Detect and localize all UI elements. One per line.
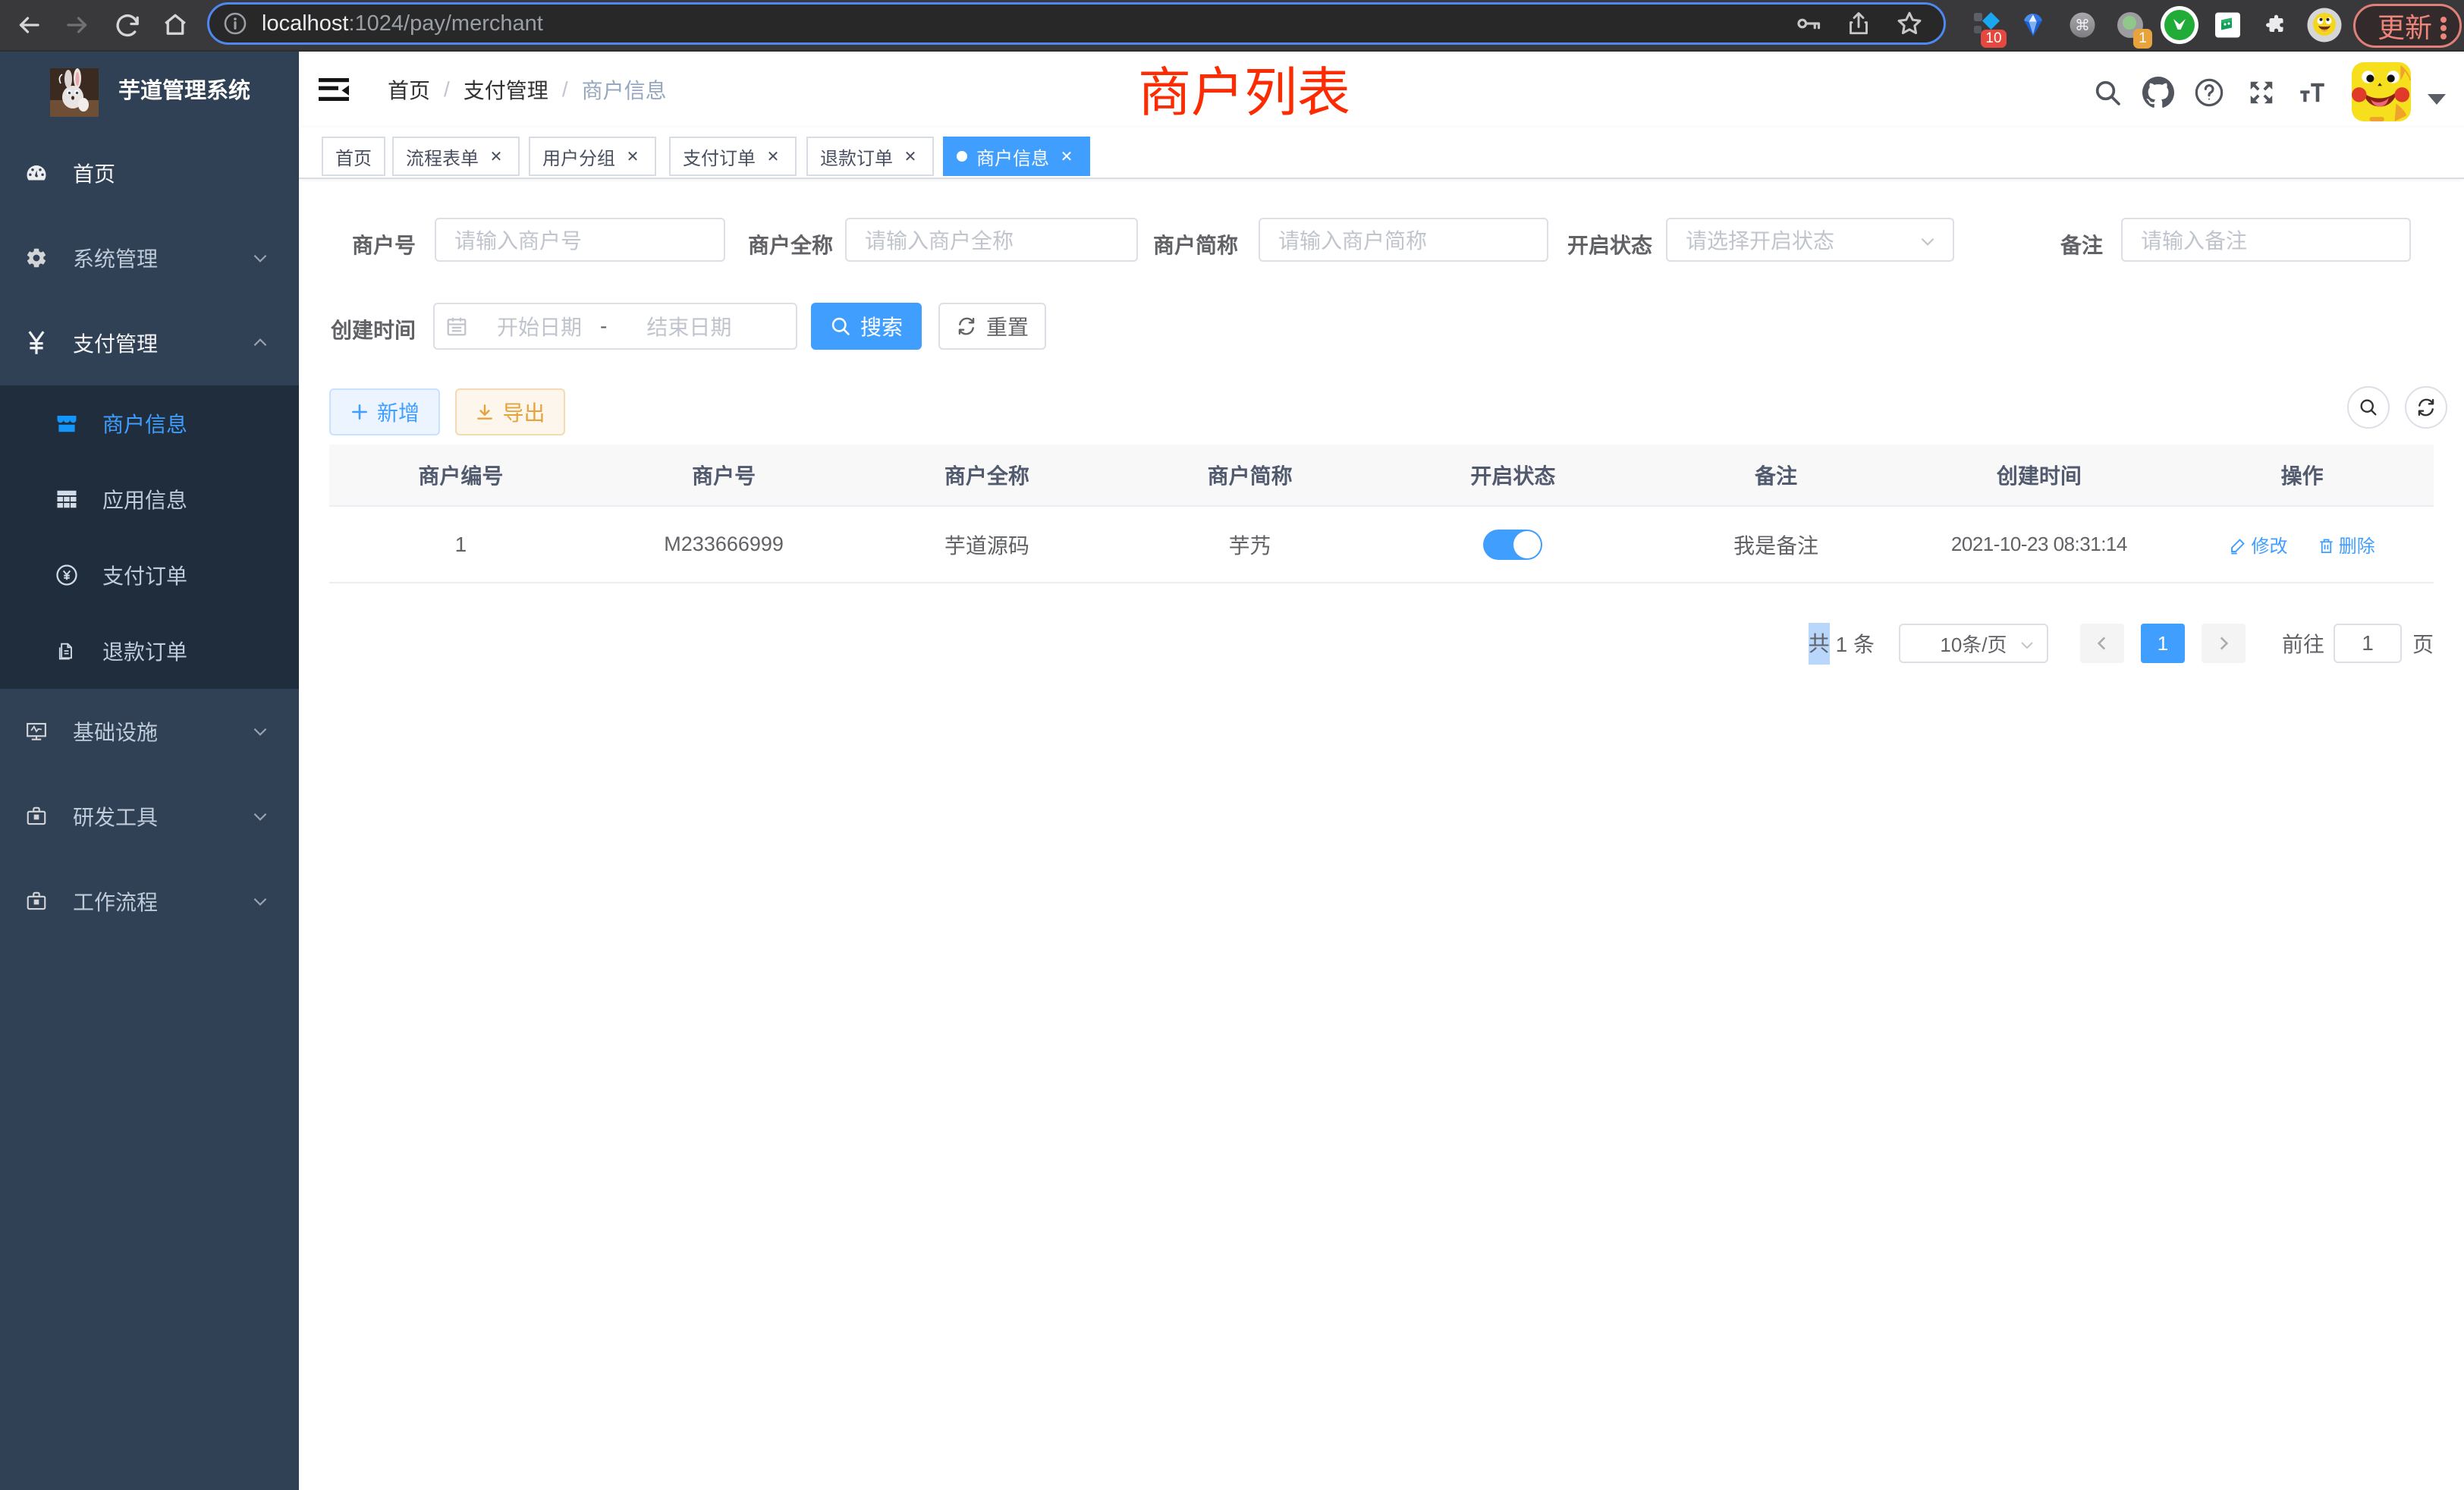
svg-text:⌘: ⌘ [2075, 17, 2090, 34]
